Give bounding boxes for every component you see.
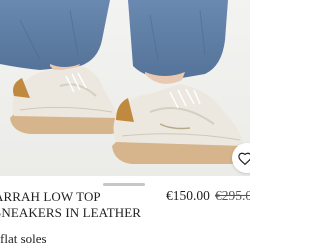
product-name: ARRAH LOW TOP SNEAKERS IN LEATHER [0, 189, 142, 220]
sneakers-photo [0, 0, 250, 176]
price-original: €295.00 [215, 188, 250, 203]
product-image[interactable] [0, 0, 250, 176]
carousel-indicator [103, 183, 145, 186]
product-feature: flat soles [0, 231, 47, 246]
heart-icon [238, 152, 250, 165]
price-current: €150.00 [166, 188, 210, 203]
product-page: ARRAH LOW TOP SNEAKERS IN LEATHER €150.0… [0, 0, 250, 250]
